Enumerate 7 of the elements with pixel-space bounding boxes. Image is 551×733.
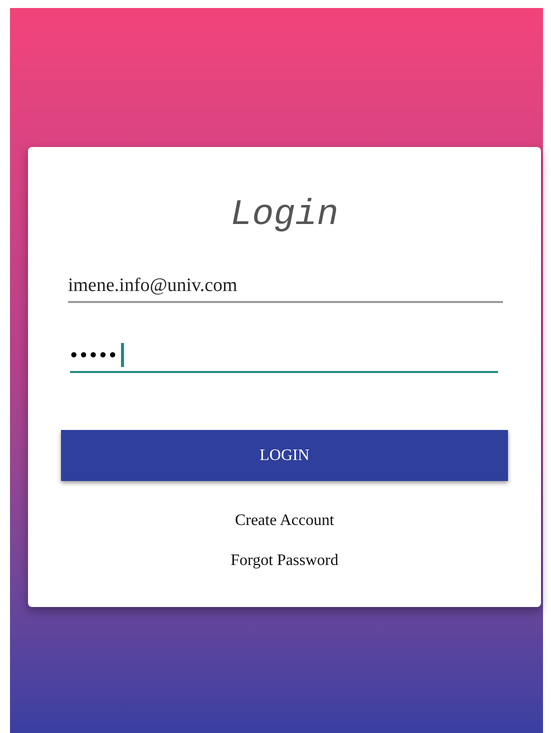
link[interactable]: Forgot Password xyxy=(230,553,338,569)
text-field[interactable]: imene.info@univ.com xyxy=(68,269,503,303)
login-button[interactable]: LOGIN xyxy=(61,430,508,481)
login-title: Login xyxy=(230,197,339,233)
text-field[interactable]: ••••• xyxy=(70,339,498,373)
link[interactable]: Create Account xyxy=(234,513,334,529)
text-cursor xyxy=(120,343,124,367)
